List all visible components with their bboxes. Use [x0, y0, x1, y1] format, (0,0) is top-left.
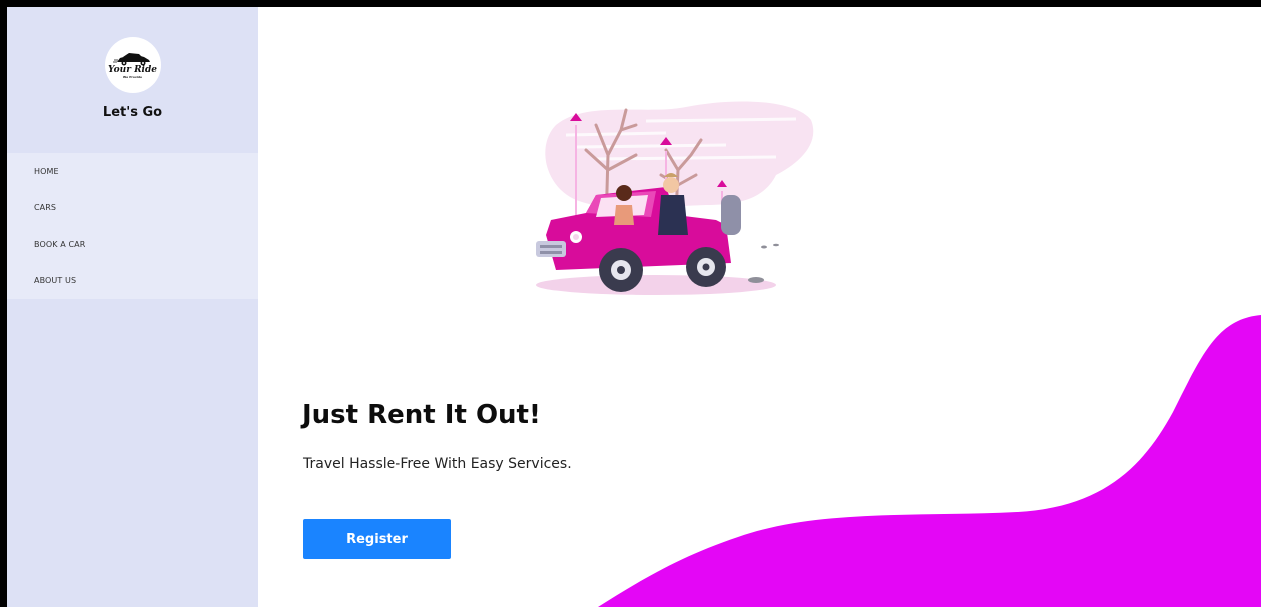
jeep-couple-illustration: [536, 101, 814, 295]
brand: Your Ride We Provide Let's Go: [7, 7, 258, 153]
main-content: Just Rent It Out! Travel Hassle-Free Wit…: [258, 7, 1261, 607]
sidebar-nav: HOME CARS BOOK A CAR ABOUT US: [7, 153, 258, 299]
sidebar: Your Ride We Provide Let's Go HOME CARS …: [7, 7, 258, 607]
logo[interactable]: Your Ride We Provide: [104, 37, 161, 93]
nav-item-about-us[interactable]: ABOUT US: [7, 263, 258, 300]
logo-text: Your Ride: [108, 65, 157, 75]
app-window: Your Ride We Provide Let's Go HOME CARS …: [7, 7, 1261, 607]
nav-item-book-a-car[interactable]: BOOK A CAR: [7, 226, 258, 263]
hero-headline: Just Rent It Out!: [302, 400, 541, 430]
brand-title: Let's Go: [102, 105, 163, 120]
nav-item-cars[interactable]: CARS: [7, 190, 258, 227]
nav-item-home[interactable]: HOME: [7, 153, 258, 190]
register-button[interactable]: Register: [303, 519, 451, 559]
hero-tagline: Travel Hassle-Free With Easy Services.: [303, 456, 572, 472]
logo-subtext: We Provide: [122, 75, 143, 79]
